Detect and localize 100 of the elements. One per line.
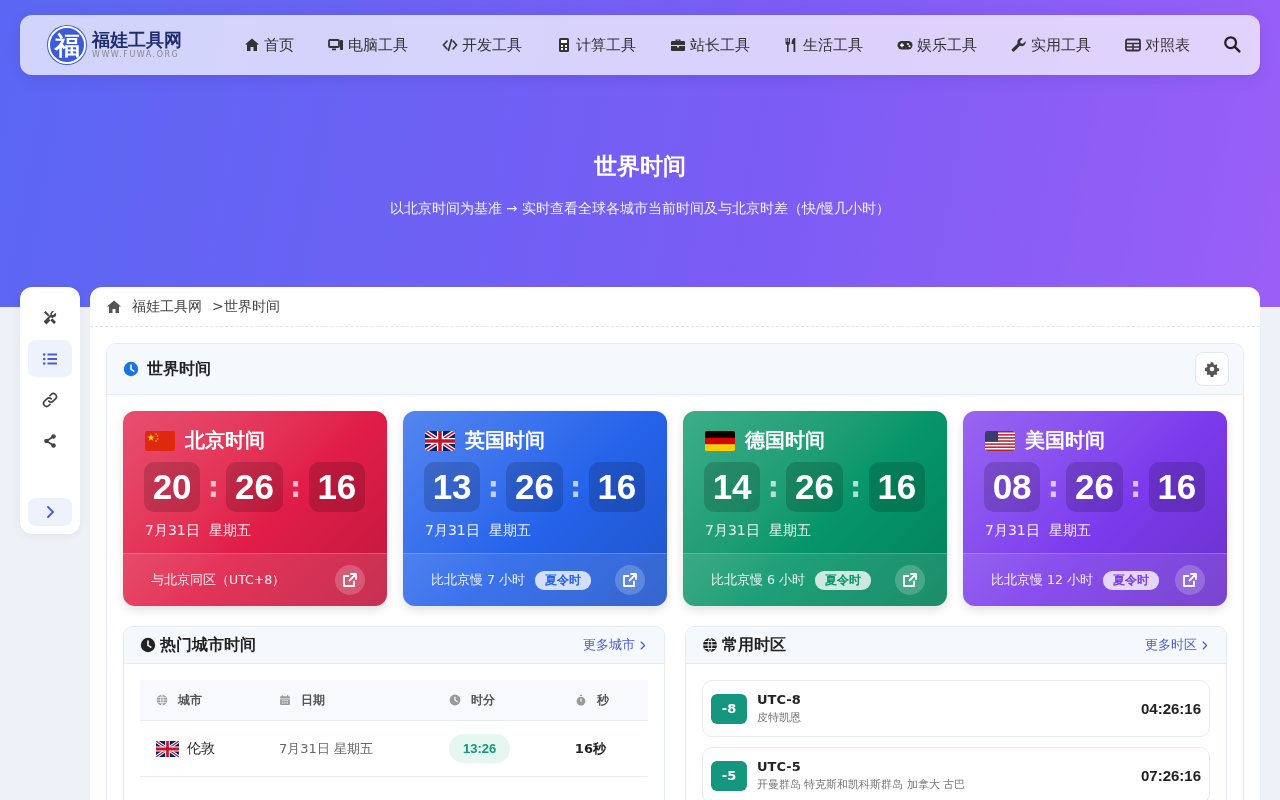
- hours-digit: 20: [144, 462, 201, 512]
- minutes-digit: 26: [786, 462, 843, 512]
- page-subtitle: 以北京时间为基准 → 实时查看全球各城市当前时间及与北京时差（快/慢几小时）: [388, 200, 892, 218]
- nav-item[interactable]: 开发工具: [439, 31, 524, 59]
- more-link[interactable]: 更多城市: [583, 636, 648, 654]
- clock-date: 7月31日 星期五: [705, 522, 812, 540]
- clock-title: 英国时间: [465, 427, 545, 454]
- more-link[interactable]: 更多时区: [1145, 636, 1210, 654]
- settings-button[interactable]: [1195, 352, 1229, 386]
- offset-tag: -8: [711, 693, 747, 724]
- column-label: 秒: [596, 691, 609, 709]
- seconds-digit: 16: [868, 462, 925, 512]
- share-icon: [42, 432, 58, 449]
- time-pill: 13:26: [448, 734, 511, 763]
- home-icon: [106, 298, 122, 315]
- timezone-time: 04:26:16: [1140, 700, 1201, 717]
- flag-icon: [985, 430, 1015, 451]
- external-link-icon: [902, 572, 918, 588]
- timezone-regions: 开曼群岛 特克斯和凯科斯群岛 加拿大 古巴: [757, 777, 967, 792]
- column-label: 时分: [470, 691, 495, 709]
- open-button[interactable]: [335, 565, 365, 595]
- site-domain: WWW.FUWA.ORG: [92, 50, 181, 60]
- timezone-regions: 皮特凯恩: [757, 710, 802, 725]
- city-name: 伦敦: [187, 739, 215, 758]
- clock-title: 德国时间: [745, 427, 825, 454]
- clock-icon: [140, 637, 156, 653]
- column-label: 日期: [300, 691, 325, 709]
- nav-item[interactable]: 娱乐工具: [895, 31, 980, 59]
- nav-item[interactable]: 计算工具: [553, 31, 638, 59]
- external-link-icon: [1182, 572, 1198, 588]
- table-cell: 7月31日 星期五: [262, 720, 433, 777]
- globe-icon: [702, 637, 718, 653]
- table-icon: [1125, 37, 1141, 53]
- offset-note: 比北京慢 7 小时: [431, 571, 525, 589]
- seconds-digit: 16: [1148, 462, 1205, 512]
- toolbox-icon: [669, 37, 686, 53]
- time-separator: :: [569, 470, 583, 504]
- page-title: 世界时间: [593, 152, 687, 181]
- nav-item[interactable]: 实用工具: [1009, 31, 1094, 59]
- time-separator: :: [206, 470, 220, 504]
- link-icon: [42, 391, 58, 408]
- external-link-icon: [342, 572, 358, 588]
- nav-item[interactable]: 对照表: [1123, 31, 1192, 59]
- breadcrumb-current: >世界时间: [212, 297, 280, 316]
- code-icon: [441, 37, 458, 53]
- search-icon[interactable]: [1221, 35, 1242, 55]
- time-separator: :: [1129, 470, 1143, 504]
- panel-title: 世界时间: [147, 358, 212, 380]
- flag-icon: [145, 430, 175, 451]
- globe-icon: [156, 694, 168, 706]
- clock-icon: [448, 694, 461, 706]
- timezone-name: UTC-8: [757, 692, 802, 707]
- wrench-icon: [1011, 37, 1028, 53]
- logo-mark[interactable]: 福: [48, 26, 86, 64]
- seconds-digit: 16: [308, 462, 365, 512]
- clock-date: 7月31日 星期五: [425, 522, 532, 540]
- dst-tag: 夏令时: [1102, 570, 1159, 590]
- time-separator: :: [766, 470, 780, 504]
- timezone-item[interactable]: -8 UTC-8 皮特凯恩 04:26:16: [702, 680, 1210, 737]
- calendar-icon: [278, 694, 291, 706]
- nav-item[interactable]: 站长工具: [667, 31, 752, 59]
- section-title: 热门城市时间: [160, 634, 257, 656]
- nav-item[interactable]: 首页: [242, 31, 296, 59]
- time-separator: :: [486, 470, 500, 504]
- expand-button[interactable]: [28, 498, 72, 526]
- hours-digit: 08: [984, 462, 1041, 512]
- flag-icon: [425, 430, 455, 451]
- time-separator: :: [289, 470, 303, 504]
- dst-tag: 夏令时: [814, 570, 871, 590]
- column-label: 城市: [178, 691, 202, 709]
- settings-icon: [1204, 361, 1220, 377]
- open-button[interactable]: [615, 565, 645, 595]
- flag-icon: [705, 430, 735, 451]
- list-icon: [42, 350, 58, 367]
- external-link-icon: [622, 572, 638, 588]
- site-name[interactable]: 福娃工具网: [92, 30, 182, 50]
- dst-tag: 夏令时: [534, 570, 591, 590]
- flag-icon: [156, 740, 179, 757]
- tools-icon: [42, 309, 58, 326]
- offset-note: 比北京慢 6 小时: [711, 571, 805, 589]
- timezone-name: UTC-5: [757, 759, 802, 774]
- breadcrumb-link[interactable]: 福娃工具网: [132, 297, 202, 316]
- clock-date: 7月31日 星期五: [145, 522, 252, 540]
- clock-title: 北京时间: [185, 427, 265, 454]
- table-cell: 16秒: [558, 720, 648, 777]
- open-button[interactable]: [1175, 565, 1205, 595]
- nav-item[interactable]: 电脑工具: [325, 31, 410, 59]
- time-separator: :: [849, 470, 863, 504]
- offset-tag: -5: [711, 760, 747, 791]
- clock-icon: [123, 361, 139, 377]
- minutes-digit: 26: [1066, 462, 1123, 512]
- nav-item[interactable]: 生活工具: [781, 31, 866, 59]
- sidebar-button[interactable]: [28, 340, 72, 377]
- computer-icon: [327, 37, 344, 53]
- section-title: 常用时区: [722, 634, 787, 656]
- open-button[interactable]: [895, 565, 925, 595]
- hours-digit: 14: [704, 462, 761, 512]
- clock-title: 美国时间: [1025, 427, 1105, 454]
- stopwatch-icon: [574, 694, 587, 706]
- minutes-digit: 26: [506, 462, 563, 512]
